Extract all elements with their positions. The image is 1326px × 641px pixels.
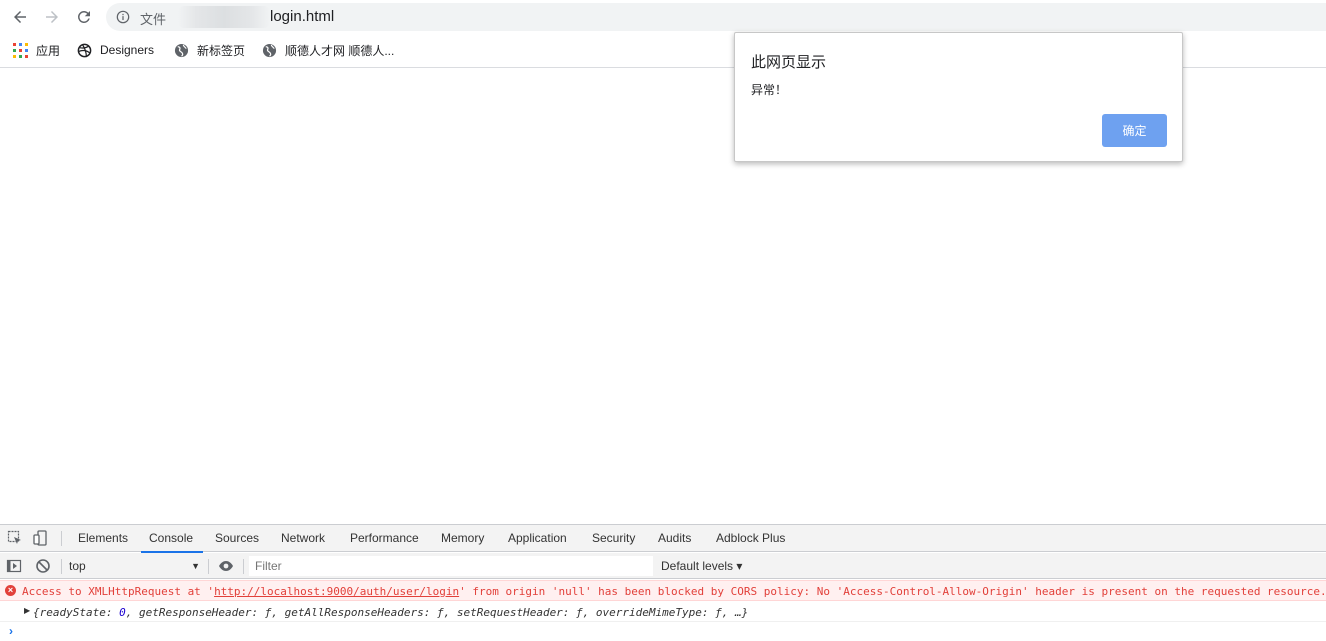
tab-application[interactable]: Application [508,525,567,552]
bookmark-label: 应用 [36,43,61,58]
console-error-message: × Access to XMLHttpRequest at 'http://lo… [0,580,1326,601]
back-button[interactable] [8,6,32,28]
tab-performance[interactable]: Performance [350,525,419,552]
eye-icon[interactable] [218,558,234,574]
devtools-tabbar: Elements Console Sources Network Perform… [0,525,1326,553]
device-toolbar-icon[interactable] [33,530,49,546]
log-object-preview[interactable]: {readyState: 0, getResponseHeader: ƒ, ge… [33,606,748,619]
address-bar[interactable]: 文件 login.html [106,3,1326,31]
url-text[interactable]: login.html [270,8,334,25]
expand-triangle-icon[interactable]: ▶ [24,606,30,615]
error-text: Access to XMLHttpRequest at 'http://loca… [22,585,1326,598]
apps-grid-icon [12,42,28,58]
info-icon[interactable] [116,10,130,24]
devtools-panel: Elements Console Sources Network Perform… [0,524,1326,641]
dribbble-icon [76,42,92,58]
error-icon: × [5,585,16,596]
ok-button[interactable]: 确定 [1102,114,1167,147]
clear-console-icon[interactable] [35,558,51,574]
separator [61,559,62,574]
tab-network[interactable]: Network [281,525,325,552]
tab-console[interactable]: Console [140,525,204,553]
dialog-message: 异常！ [751,83,788,97]
arrow-left-icon [14,11,26,23]
tab-elements[interactable]: Elements [78,525,128,552]
tab-adblock-plus[interactable]: Adblock Plus [716,525,785,552]
bookmark-label: Designers [100,43,155,57]
tab-security[interactable]: Security [592,525,635,552]
bookmark-shunde[interactable]: 顺德人才网 顺德人... [261,40,394,60]
tab-memory[interactable]: Memory [441,525,484,552]
globe-icon [261,42,277,58]
filter-input[interactable] [249,556,653,576]
separator [208,559,209,574]
console-toolbar: top ▼ Default levels ▾ [0,553,1326,579]
separator [243,559,244,574]
triangle-down-icon: ▼ [191,561,200,571]
blurred-host [178,6,270,28]
separator [61,531,62,546]
arrow-right-icon [46,11,58,23]
alert-dialog: 此网页显示 异常！ 确定 [734,32,1183,162]
console-log-message: ▶ {readyState: 0, getResponseHeader: ƒ, … [0,602,1326,622]
reload-icon [77,10,90,23]
bookmark-new-tab[interactable]: 新标签页 [173,40,245,60]
bookmark-apps[interactable]: 应用 [12,40,60,60]
tab-sources[interactable]: Sources [215,525,259,552]
log-levels-dropdown[interactable]: Default levels ▾ [661,556,742,576]
context-value: top [69,559,86,573]
context-selector[interactable]: top ▼ [66,556,202,576]
bookmark-label: 顺德人才网 顺德人... [285,43,395,58]
dialog-title: 此网页显示 [751,54,827,71]
forward-button[interactable] [40,6,64,28]
bookmark-label: 新标签页 [197,43,246,58]
globe-icon [173,42,189,58]
console-prompt[interactable]: › [9,624,13,638]
browser-toolbar: 文件 login.html [0,0,1326,34]
scheme-label: 文件 [140,12,167,27]
inspect-element-icon[interactable] [7,530,23,546]
error-url-link[interactable]: http://localhost:9000/auth/user/login [214,585,459,598]
sidebar-toggle-icon[interactable] [6,558,22,574]
tab-audits[interactable]: Audits [658,525,691,552]
reload-button[interactable] [72,6,96,28]
bookmark-designers[interactable]: Designers [76,40,154,60]
